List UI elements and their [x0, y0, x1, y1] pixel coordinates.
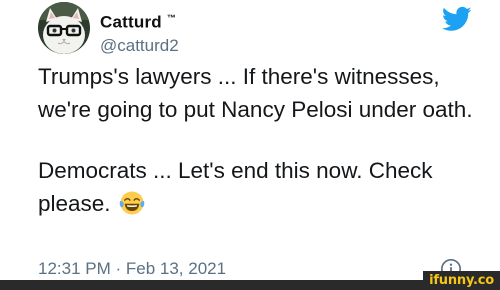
tweet-header: Catturd ™ @catturd2 — [38, 2, 478, 56]
avatar[interactable] — [38, 2, 90, 54]
cat-avatar-image — [38, 2, 90, 54]
author-info: Catturd ™ @catturd2 — [100, 8, 179, 58]
ifunny-watermark: ifunny.co — [423, 271, 500, 290]
display-name-text[interactable]: Catturd — [100, 13, 162, 32]
user-handle[interactable]: @catturd2 — [100, 34, 179, 58]
tweet-paragraph-1: Trumps's lawyers ... If there's witnesse… — [38, 64, 473, 122]
tweet-card: Catturd ™ @catturd2 Trumps's lawyers ... … — [0, 0, 500, 279]
tweet-paragraph-2-text: Democrats ... Let's end this now. Check … — [38, 158, 433, 216]
face-with-tears-of-joy-icon — [119, 191, 145, 215]
tweet-paragraph-2: Democrats ... Let's end this now. Check … — [38, 154, 498, 220]
tweet-timestamp[interactable]: 12:31 PM · Feb 13, 2021 — [38, 258, 226, 280]
trademark-symbol: ™ — [166, 13, 177, 23]
tweet-text: Trumps's lawyers ... If there's witnesse… — [38, 60, 498, 220]
twitter-bird-icon[interactable] — [440, 4, 474, 34]
display-name[interactable]: Catturd ™ — [100, 8, 179, 33]
